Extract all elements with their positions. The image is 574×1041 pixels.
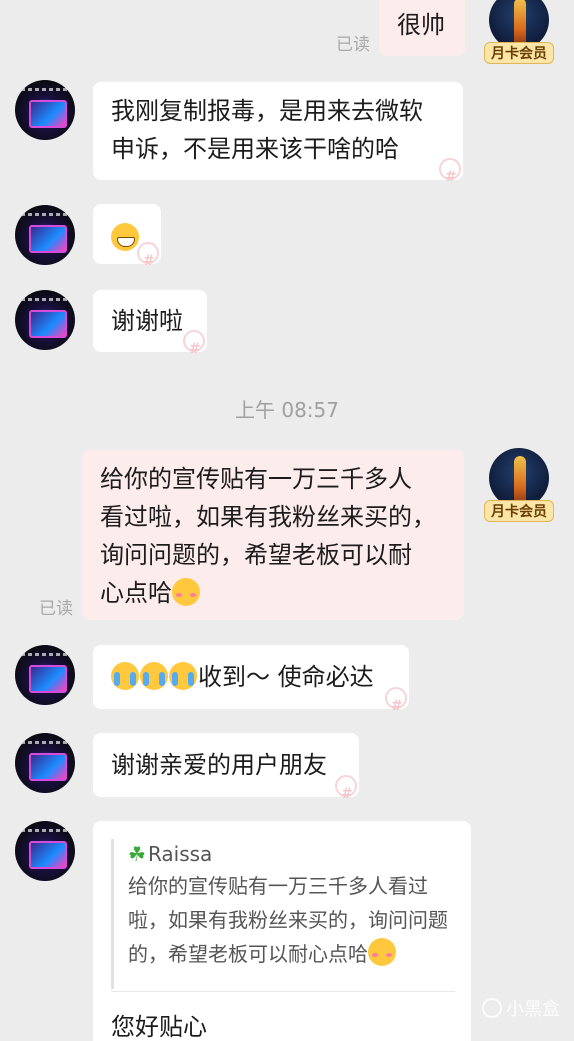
contact-avatar[interactable]	[15, 733, 75, 793]
message-text-line: 给你的宣传贴有一万三千多人	[100, 465, 412, 493]
message-text: 谢谢亲爱的用户朋友	[111, 751, 327, 779]
message-text-line: 心点哈	[100, 579, 172, 607]
watermark-icon	[385, 687, 407, 725]
message-text: 很帅	[397, 11, 445, 39]
message-bubble-contact[interactable]: 谢谢亲爱的用户朋友	[93, 733, 359, 813]
membership-badge: 月卡会员	[484, 500, 554, 522]
crying-face-icon	[111, 662, 139, 690]
contact-avatar[interactable]	[15, 80, 75, 140]
quote-text-line: 的，希望老板可以耐心点哈	[128, 942, 368, 966]
watermark-icon	[439, 158, 461, 196]
self-avatar[interactable]	[489, 448, 549, 508]
divider	[111, 991, 455, 992]
message-text-line: 申诉，不是用来该干啥的哈	[111, 135, 399, 163]
crying-face-icon	[140, 662, 168, 690]
grinning-face-icon	[111, 223, 139, 251]
reply-text: 您好贴心	[111, 1013, 207, 1041]
message-text: 谢谢啦	[111, 307, 183, 335]
message-bubble-self[interactable]: 很帅	[379, 0, 465, 56]
watermark-icon	[335, 775, 357, 813]
site-watermark-text: 小黑盒	[506, 999, 560, 1020]
membership-badge: 月卡会员	[484, 42, 554, 64]
contact-avatar[interactable]	[15, 645, 75, 705]
xiaoheihe-logo-icon	[482, 998, 502, 1018]
shy-face-icon	[172, 578, 200, 606]
read-status: 已读	[39, 599, 73, 619]
quote-author: Raissa	[147, 842, 213, 866]
message-bubble-contact[interactable]: 我刚复制报毒，是用来去微软 申诉，不是用来该干啥的哈	[93, 82, 463, 196]
message-text-line: 看过啦，如果有我粉丝来买的，	[100, 503, 436, 531]
message-bubble-contact[interactable]	[93, 204, 161, 280]
message-bubble-contact[interactable]: 收到～ 使命必达	[93, 645, 409, 725]
clover-icon: ☘	[128, 842, 146, 866]
shy-face-icon	[368, 938, 396, 966]
timestamp: 上午 08:57	[235, 398, 339, 422]
contact-avatar[interactable]	[15, 821, 75, 881]
quoted-message[interactable]: ☘ Raissa 给你的宣传贴有一万三千多人看过 啦，如果有我粉丝来买的，询问问题…	[111, 839, 457, 989]
message-text: 收到～ 使命必达	[198, 663, 374, 691]
quote-reply-bubble[interactable]: ☘ Raissa 给你的宣传贴有一万三千多人看过 啦，如果有我粉丝来买的，询问问题…	[93, 821, 471, 1041]
quote-text-line: 啦，如果有我粉丝来买的，询问问题	[128, 908, 448, 932]
quote-text-line: 给你的宣传贴有一万三千多人看过	[128, 874, 428, 898]
message-text-line: 我刚复制报毒，是用来去微软	[111, 97, 423, 125]
message-bubble-self[interactable]: 给你的宣传贴有一万三千多人 看过啦，如果有我粉丝来买的， 询问问题的，希望老板可…	[82, 450, 464, 620]
watermark-icon	[183, 330, 205, 368]
contact-avatar[interactable]	[15, 205, 75, 265]
read-status: 已读	[336, 35, 370, 55]
message-text-line: 询问问题的，希望老板可以耐	[100, 541, 412, 569]
watermark-icon	[137, 242, 159, 280]
crying-face-icon	[169, 662, 197, 690]
message-bubble-contact[interactable]: 谢谢啦	[93, 290, 207, 368]
contact-avatar[interactable]	[15, 290, 75, 350]
site-watermark: 小黑盒	[482, 995, 560, 1021]
